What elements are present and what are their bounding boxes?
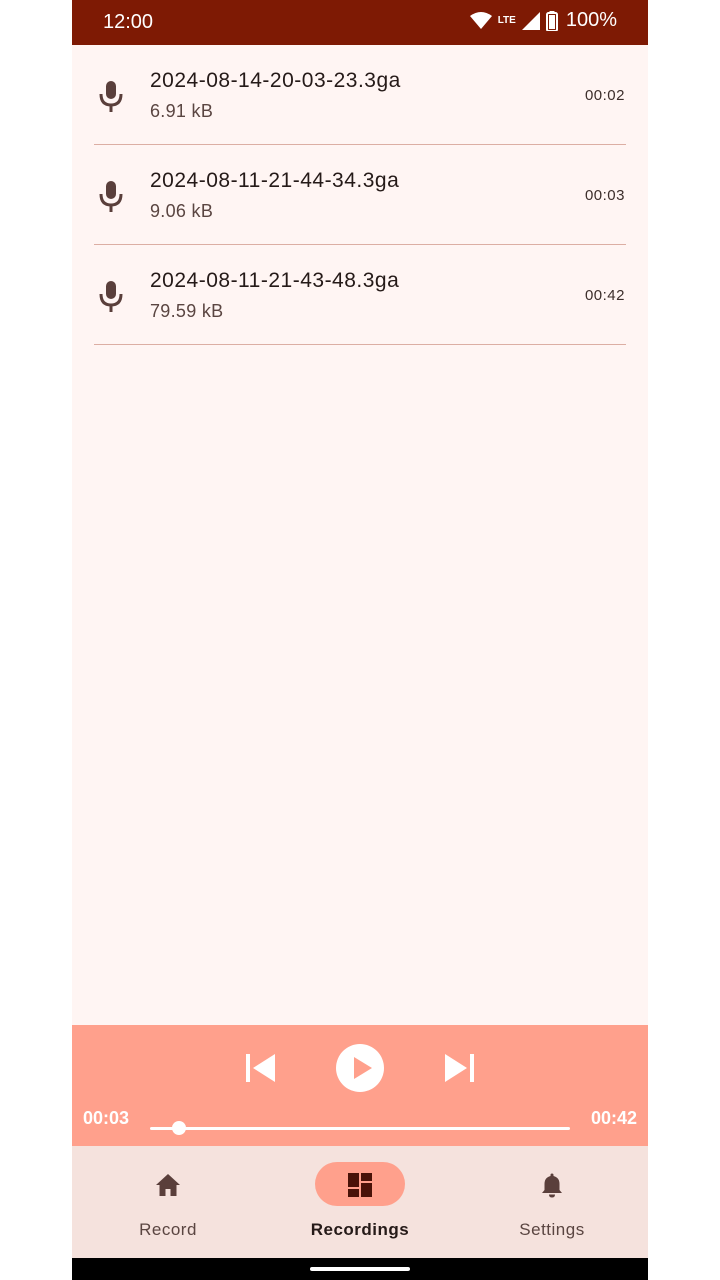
status-icons: LTE 100%: [469, 9, 617, 32]
recording-name: 2024-08-11-21-44-34.3ga: [150, 169, 400, 192]
recording-row[interactable]: 2024-08-11-21-43-48.3ga 79.59 kB 00:42: [72, 245, 648, 345]
battery-icon: [545, 10, 558, 31]
home-icon: [156, 1174, 180, 1196]
current-time: 00:03: [83, 1108, 130, 1128]
app-screen: 12:00 LTE 100% 2024-08-14-20-03-23.3ga 6…: [72, 0, 648, 1280]
microphone-icon: [99, 281, 123, 312]
bell-icon: [542, 1173, 562, 1198]
microphone-icon: [99, 81, 123, 112]
nav-label: Recordings: [310, 1220, 410, 1239]
bottom-navigation: Record Recordings Settings: [72, 1146, 648, 1258]
recording-duration: 00:02: [584, 87, 625, 104]
skip-next-button[interactable]: [444, 1052, 474, 1084]
recording-row[interactable]: 2024-08-11-21-44-34.3ga 9.06 kB 00:03: [72, 145, 648, 245]
home-gesture-handle[interactable]: [310, 1267, 410, 1271]
battery-percent: 100%: [565, 9, 617, 31]
nav-label: Record: [139, 1220, 197, 1239]
recording-name: 2024-08-11-21-43-48.3ga: [150, 269, 400, 292]
recording-duration: 00:03: [584, 187, 625, 204]
recording-size: 79.59 kB: [150, 301, 224, 321]
gesture-bar: [72, 1258, 648, 1280]
recordings-list: 2024-08-14-20-03-23.3ga 6.91 kB 00:02 20…: [72, 45, 648, 345]
media-player: 00:03 00:42: [72, 1025, 648, 1146]
dashboard-icon: [348, 1173, 372, 1197]
play-button[interactable]: [336, 1044, 384, 1092]
recording-row[interactable]: 2024-08-14-20-03-23.3ga 6.91 kB 00:02: [72, 45, 648, 145]
status-bar: 12:00 LTE 100%: [72, 0, 648, 45]
nav-item-record[interactable]: Record: [72, 1146, 264, 1258]
recording-size: 9.06 kB: [150, 201, 214, 221]
recording-size: 6.91 kB: [150, 101, 214, 121]
nav-item-settings[interactable]: Settings: [456, 1146, 648, 1258]
recording-duration: 00:42: [584, 287, 625, 304]
seek-thumb[interactable]: [172, 1121, 187, 1135]
wifi-icon: [469, 11, 492, 29]
microphone-icon: [99, 181, 123, 212]
recording-name: 2024-08-14-20-03-23.3ga: [150, 69, 401, 92]
nav-label: Settings: [519, 1220, 585, 1239]
network-type: LTE: [497, 14, 516, 26]
divider: [94, 344, 626, 345]
nav-item-recordings[interactable]: Recordings: [264, 1146, 456, 1258]
seek-bar[interactable]: [150, 1121, 570, 1135]
signal-icon: [521, 11, 540, 30]
total-time: 00:42: [590, 1108, 637, 1128]
status-time: 12:00: [103, 11, 154, 33]
skip-previous-button[interactable]: [246, 1052, 276, 1084]
